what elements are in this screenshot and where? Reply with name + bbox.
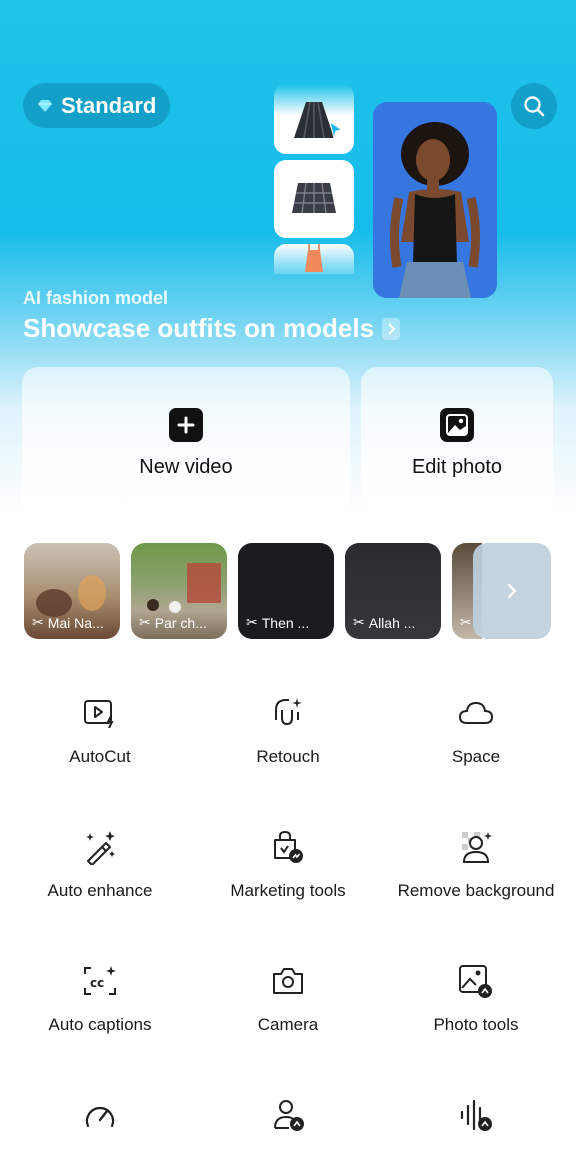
recent-project-label: Allah ... — [368, 614, 416, 631]
tool-label: Camera — [257, 1015, 319, 1034]
new-video-button[interactable]: New video — [22, 367, 350, 520]
captions-icon: cc — [82, 963, 118, 999]
recent-project[interactable]: ✂ Mai Na... — [24, 543, 120, 639]
search-button[interactable] — [511, 83, 557, 129]
tool-label: Space — [451, 747, 501, 766]
outfit-thumbnails — [274, 84, 354, 274]
plan-label: Standard — [61, 92, 157, 118]
tool-auto-enhance[interactable]: Auto enhance — [10, 829, 190, 901]
tool-avatar[interactable] — [198, 1097, 378, 1133]
tool-space[interactable]: Space — [386, 695, 566, 767]
plus-icon — [169, 408, 203, 442]
tool-label: Photo tools — [433, 1015, 519, 1034]
recent-project[interactable]: ✂ Then ... — [238, 543, 334, 639]
dress-icon — [305, 244, 323, 272]
tool-speed[interactable] — [10, 1097, 190, 1133]
tool-camera[interactable]: Camera — [198, 963, 378, 1035]
tool-label: Auto enhance — [47, 881, 153, 900]
svg-text:cc: cc — [90, 976, 104, 990]
scissors-icon: ✂ — [32, 614, 44, 630]
audio-wave-icon — [458, 1097, 494, 1133]
recent-project-label: Mai Na... — [47, 614, 104, 631]
model-photo — [373, 102, 497, 298]
tool-label: AutoCut — [69, 747, 131, 766]
search-icon — [524, 96, 545, 117]
photo-tools-icon — [458, 963, 494, 999]
remove-background-icon — [458, 829, 494, 865]
tool-label: Retouch — [256, 747, 320, 766]
recent-project[interactable]: ✂ Allah ... — [345, 543, 441, 639]
outfit-thumb-dress — [274, 244, 354, 274]
outfit-thumb-plaid-skirt — [274, 160, 354, 238]
new-video-label: New video — [139, 456, 233, 478]
promo-title: Showcase outfits on models — [23, 313, 375, 343]
more-projects-button[interactable] — [473, 543, 551, 639]
scissors-icon: ✂ — [353, 614, 365, 630]
tool-photo-tools[interactable]: Photo tools — [386, 963, 566, 1035]
chevron-right-icon — [382, 317, 401, 340]
promo-subtitle: AI fashion model — [23, 288, 169, 308]
person-icon — [270, 1097, 306, 1133]
tool-auto-captions[interactable]: cc Auto captions — [10, 963, 190, 1035]
shopping-bag-icon — [270, 829, 306, 865]
plaid-skirt-icon — [292, 182, 336, 214]
photo-icon — [440, 408, 474, 442]
tool-autocut[interactable]: AutoCut — [10, 695, 190, 767]
tool-retouch[interactable]: Retouch — [198, 695, 378, 767]
tool-label: Auto captions — [48, 1015, 152, 1034]
recent-project-label: Par ch... — [154, 614, 207, 631]
tool-remove-background[interactable]: Remove background — [386, 829, 566, 901]
scissors-icon: ✂ — [460, 614, 472, 630]
tool-audio[interactable] — [386, 1097, 566, 1133]
autocut-icon — [82, 695, 118, 731]
edit-photo-label: Edit photo — [411, 456, 503, 478]
tool-label: Marketing tools — [230, 881, 346, 900]
pleated-skirt-icon — [294, 101, 344, 140]
tool-label: Remove background — [397, 881, 555, 900]
diamond-icon — [38, 99, 52, 112]
outfit-thumb-pleated-skirt — [274, 84, 354, 154]
cloud-icon — [458, 695, 494, 731]
tool-marketing-tools[interactable]: Marketing tools — [198, 829, 378, 901]
camera-icon — [270, 963, 306, 999]
scissors-icon: ✂ — [139, 614, 151, 630]
recent-project[interactable]: ✂ Par ch... — [131, 543, 227, 639]
speedometer-icon — [82, 1097, 118, 1133]
recent-project-label: Then ... — [261, 614, 310, 631]
promo-title-link[interactable]: Showcase outfits on models — [23, 313, 401, 344]
magic-wand-icon — [82, 829, 118, 865]
plan-badge[interactable]: Standard — [23, 83, 171, 128]
chevron-right-icon — [507, 583, 517, 599]
retouch-icon — [270, 695, 306, 731]
edit-photo-button[interactable]: Edit photo — [361, 367, 553, 520]
scissors-icon: ✂ — [246, 614, 258, 630]
